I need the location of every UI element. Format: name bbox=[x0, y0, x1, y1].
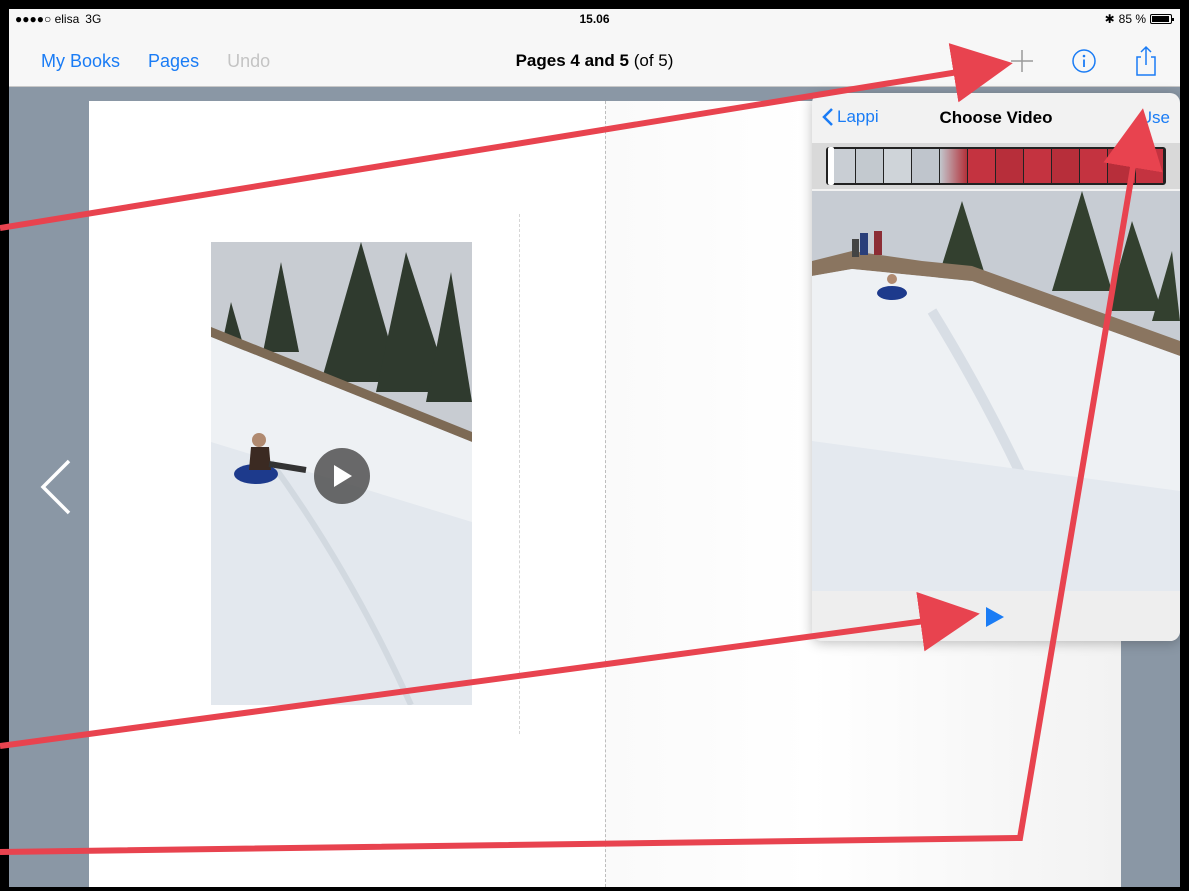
info-icon[interactable] bbox=[1068, 45, 1100, 77]
share-icon[interactable] bbox=[1130, 45, 1162, 77]
video-thumbnail[interactable] bbox=[211, 242, 472, 705]
playback-controls bbox=[812, 591, 1180, 641]
page-title: Pages 4 and 5 (of 5) bbox=[9, 51, 1180, 71]
bluetooth-icon: ✱ bbox=[1104, 12, 1115, 26]
battery-icon bbox=[1150, 14, 1174, 24]
nav-bar: My Books Pages Undo Pages 4 and 5 (of 5) bbox=[9, 29, 1180, 87]
ipad-screen: ●●●●○ elisa 3G 15.06 ✱ 85 % My Books Pag… bbox=[9, 9, 1180, 887]
clock: 15.06 bbox=[579, 12, 610, 26]
trim-handle[interactable] bbox=[828, 147, 834, 185]
status-bar: ●●●●○ elisa 3G 15.06 ✱ 85 % bbox=[9, 9, 1180, 29]
filmstrip[interactable] bbox=[826, 147, 1166, 185]
page-divider bbox=[605, 101, 606, 887]
play-icon[interactable] bbox=[314, 448, 370, 504]
popover-header: Lappi Choose Video Use bbox=[812, 93, 1180, 141]
battery-percent: 85 % bbox=[1118, 12, 1146, 26]
video-preview-image bbox=[812, 191, 1180, 591]
use-button[interactable]: Use bbox=[1140, 108, 1170, 128]
play-icon[interactable] bbox=[984, 606, 1006, 633]
popover-title: Choose Video bbox=[939, 108, 1053, 127]
video-scrubber[interactable] bbox=[812, 143, 1180, 189]
page-title-count: (of 5) bbox=[628, 51, 674, 70]
plus-icon[interactable] bbox=[1006, 45, 1038, 77]
video-preview[interactable] bbox=[812, 191, 1180, 591]
choose-video-popover: Lappi Choose Video Use bbox=[812, 93, 1180, 641]
page-title-main: Pages 4 and 5 bbox=[515, 51, 629, 70]
margin-guide bbox=[519, 214, 520, 734]
chevron-left-icon[interactable] bbox=[35, 457, 75, 517]
